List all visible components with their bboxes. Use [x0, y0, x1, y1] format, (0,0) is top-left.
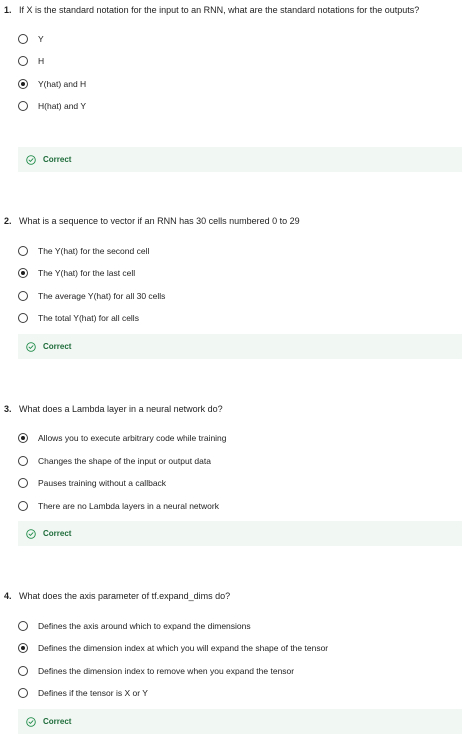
- option-2-3[interactable]: The average Y(hat) for all 30 cells: [18, 289, 165, 303]
- question-text: What does the axis parameter of tf.expan…: [19, 591, 231, 601]
- feedback-text: Correct: [43, 717, 72, 726]
- feedback-banner: Correct: [18, 334, 462, 359]
- option-2-1[interactable]: The Y(hat) for the second cell: [18, 244, 149, 258]
- option-4-2[interactable]: Defines the dimension index at which you…: [18, 641, 328, 655]
- radio-button[interactable]: [18, 101, 28, 111]
- option-label: Changes the shape of the input or output…: [38, 456, 211, 466]
- question-number: 2.: [4, 216, 12, 226]
- check-circle-icon: [26, 716, 36, 727]
- radio-button[interactable]: [18, 478, 28, 488]
- question-title: 4. What does the axis parameter of tf.exp…: [4, 590, 462, 602]
- feedback-text: Correct: [43, 155, 72, 164]
- option-3-3[interactable]: Pauses training without a callback: [18, 476, 166, 490]
- feedback-banner: Correct: [18, 709, 462, 734]
- option-1-4[interactable]: H(hat) and Y: [18, 99, 86, 113]
- option-label: Pauses training without a callback: [38, 478, 167, 488]
- radio-button[interactable]: [18, 313, 28, 323]
- feedback-text: Correct: [43, 342, 72, 351]
- question-number: 1.: [4, 5, 12, 15]
- option-label: Y(hat) and H: [38, 79, 87, 89]
- question-title: 2. What is a sequence to vector if an RNN…: [4, 215, 462, 227]
- option-3-4[interactable]: There are no Lambda layers in a neural n…: [18, 499, 219, 513]
- option-label: Defines the dimension index to remove wh…: [38, 666, 295, 676]
- radio-button[interactable]: [18, 56, 28, 66]
- option-3-2[interactable]: Changes the shape of the input or output…: [18, 454, 211, 468]
- radio-button[interactable]: [18, 501, 28, 511]
- question-title: 1. If X is the standard notation for the …: [4, 4, 462, 16]
- option-1-2[interactable]: H: [18, 54, 44, 68]
- option-label: H: [38, 56, 45, 66]
- option-label: Y: [38, 34, 44, 44]
- question-text: What is a sequence to vector if an RNN h…: [19, 216, 300, 226]
- radio-button-selected[interactable]: [18, 643, 28, 653]
- option-label: Defines the dimension index at which you…: [38, 643, 329, 653]
- question-text: What does a Lambda layer in a neural net…: [19, 404, 223, 414]
- feedback-banner: Correct: [18, 521, 462, 546]
- radio-button[interactable]: [18, 688, 28, 698]
- feedback-banner: Correct: [18, 147, 462, 172]
- option-label: The average Y(hat) for all 30 cells: [38, 291, 166, 301]
- radio-button[interactable]: [18, 621, 28, 631]
- option-3-1[interactable]: Allows you to execute arbitrary code whi…: [18, 431, 227, 445]
- option-label: There are no Lambda layers in a neural n…: [38, 501, 219, 511]
- option-label: The Y(hat) for the second cell: [38, 246, 150, 256]
- question-number: 4.: [4, 591, 12, 601]
- option-label: The total Y(hat) for all cells: [38, 313, 139, 323]
- question-title: 3. What does a Lambda layer in a neural n…: [4, 403, 462, 415]
- option-2-2[interactable]: The Y(hat) for the last cell: [18, 266, 135, 280]
- option-4-1[interactable]: Defines the axis around which to expand …: [18, 619, 251, 633]
- question-number: 3.: [4, 404, 12, 414]
- radio-button[interactable]: [18, 246, 28, 256]
- option-1-3[interactable]: Y(hat) and H: [18, 77, 86, 91]
- radio-button[interactable]: [18, 291, 28, 301]
- option-label: Defines if the tensor is X or Y: [38, 688, 148, 698]
- feedback-text: Correct: [43, 529, 72, 538]
- question-text: If X is the standard notation for the in…: [19, 5, 420, 15]
- check-circle-icon: [26, 528, 36, 539]
- radio-button-selected[interactable]: [18, 433, 28, 443]
- option-4-3[interactable]: Defines the dimension index to remove wh…: [18, 664, 294, 678]
- check-circle-icon: [26, 154, 36, 165]
- option-label: Defines the axis around which to expand …: [38, 621, 251, 631]
- radio-button-selected[interactable]: [18, 79, 28, 89]
- check-circle-icon: [26, 341, 36, 352]
- radio-button[interactable]: [18, 34, 28, 44]
- option-label: H(hat) and Y: [38, 101, 87, 111]
- option-2-4[interactable]: The total Y(hat) for all cells: [18, 311, 139, 325]
- option-label: The Y(hat) for the last cell: [38, 268, 136, 278]
- radio-button[interactable]: [18, 666, 28, 676]
- option-label: Allows you to execute arbitrary code whi…: [38, 433, 227, 443]
- option-1-1[interactable]: Y: [18, 32, 44, 46]
- radio-button-selected[interactable]: [18, 268, 28, 278]
- radio-button[interactable]: [18, 456, 28, 466]
- option-4-4[interactable]: Defines if the tensor is X or Y: [18, 686, 148, 700]
